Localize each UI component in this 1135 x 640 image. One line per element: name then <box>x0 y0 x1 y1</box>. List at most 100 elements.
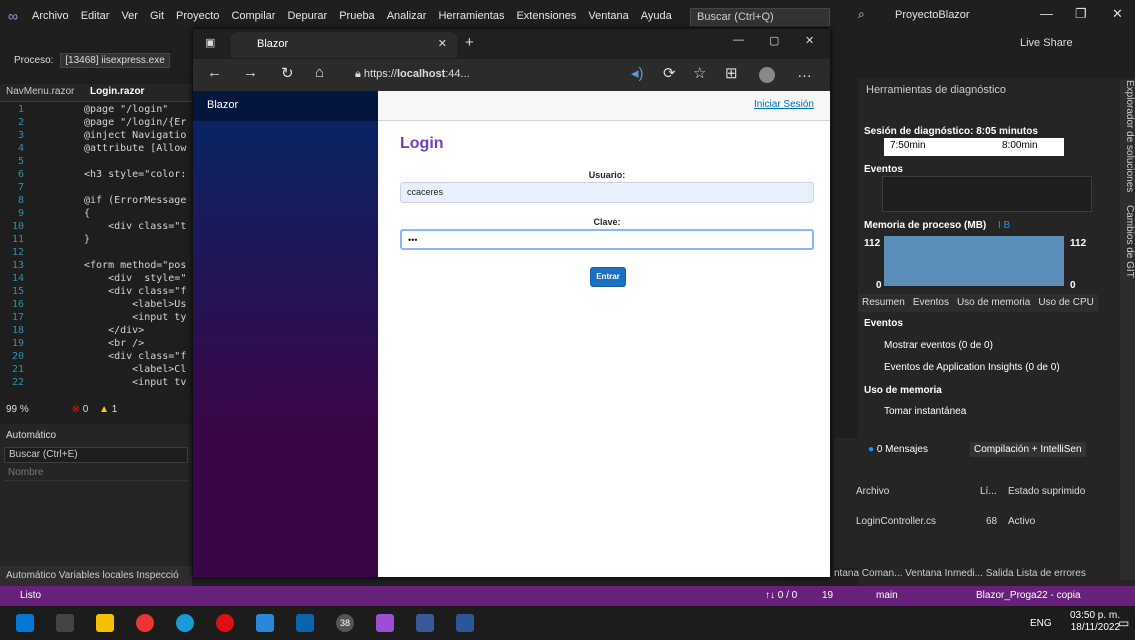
language-indicator[interactable]: ENG <box>1030 618 1052 629</box>
code-line[interactable]: @inject Navigatio <box>84 130 186 141</box>
code-editor[interactable]: 1 @page "/login" 2 @page "/login/{Er 3 @injec… <box>0 102 192 402</box>
forward-icon[interactable]: → <box>243 64 258 81</box>
code-line[interactable]: <div class="f <box>84 286 186 297</box>
browser-maximize-icon[interactable]: ▢ <box>769 34 779 47</box>
browser-close-icon[interactable]: ✕ <box>805 34 814 47</box>
err-file[interactable]: LoginController.cs <box>856 516 936 527</box>
code-line[interactable]: <div style=" <box>84 273 186 284</box>
code-line[interactable]: <div class="t <box>84 221 186 232</box>
autos-search-input[interactable]: Buscar (Ctrl+E) <box>4 447 188 463</box>
process-selector[interactable]: Proceso: [13468] iisexpress.exe <box>10 53 170 68</box>
refresh-icon[interactable]: ↻ <box>281 64 294 82</box>
col-estado[interactable]: Estado suprimido <box>1008 486 1085 497</box>
menu-editar[interactable]: Editar <box>75 10 116 22</box>
vscode-icon[interactable] <box>256 614 274 632</box>
browser-tab-blazor[interactable]: Blazor ✕ <box>231 32 457 58</box>
code-line[interactable]: </div> <box>84 325 144 336</box>
home-icon[interactable]: ⌂ <box>315 64 324 81</box>
iniciar-sesion-link[interactable]: Iniciar Sesión <box>754 99 814 110</box>
menu-git[interactable]: Git <box>144 10 170 22</box>
error-count[interactable]: 0 <box>83 404 89 415</box>
code-line[interactable]: @page "/login/{Er <box>84 117 186 128</box>
code-line[interactable]: <div class="f <box>84 351 186 362</box>
tab-login[interactable]: Login.razor <box>90 86 144 97</box>
app-brand[interactable]: Blazor <box>193 91 378 121</box>
tab-resumen[interactable]: Resumen <box>862 297 905 309</box>
tab-navmenu[interactable]: NavMenu.razor <box>6 86 74 97</box>
code-line[interactable]: @attribute [Allow <box>84 143 186 154</box>
code-line[interactable]: <h3 style="color: <box>84 169 186 180</box>
code-line[interactable]: <label>Us <box>84 299 186 310</box>
status-lines[interactable]: ↑↓ 0 / 0 <box>765 590 797 601</box>
code-line[interactable]: @if (ErrorMessage <box>84 195 186 206</box>
minimize-icon[interactable]: — <box>1040 6 1053 21</box>
usuario-input[interactable]: ccaceres <box>400 182 814 203</box>
events-track[interactable] <box>882 176 1092 212</box>
menu-ayuda[interactable]: Ayuda <box>635 10 678 22</box>
code-line[interactable]: @page "/login" <box>84 104 168 115</box>
entrar-button[interactable]: Entrar <box>590 267 626 287</box>
edge-icon[interactable] <box>176 614 194 632</box>
status-repo[interactable]: Blazor_Proga22 - copia <box>976 590 1081 601</box>
restore-icon[interactable]: ❐ <box>1075 6 1087 22</box>
status-edits[interactable]: 19 <box>822 590 833 601</box>
show-events-link[interactable]: Mostrar eventos (0 de 0) <box>884 340 993 351</box>
browser-minimize-icon[interactable]: — <box>733 34 744 46</box>
zoom-level[interactable]: 99 % <box>6 404 29 415</box>
code-line[interactable]: { <box>84 208 90 219</box>
clave-input[interactable]: ••• <box>400 229 814 250</box>
visual-studio-logo-icon[interactable]: ∞ <box>0 0 26 32</box>
tab-uso-memoria[interactable]: Uso de memoria <box>957 297 1030 309</box>
autos-tabs[interactable]: Automático Variables locales Inspecció <box>0 566 192 586</box>
diag-timeline[interactable]: 7:50min 8:00min <box>884 138 1064 156</box>
url-input[interactable]: 🔒︎ https://localhost:44... <box>343 63 613 87</box>
tab-eventos[interactable]: Eventos <box>913 297 949 309</box>
profile-icon[interactable] <box>759 67 775 83</box>
warning-count[interactable]: 1 <box>112 404 118 415</box>
menu-archivo[interactable]: Archivo <box>26 10 75 22</box>
extensions-icon[interactable]: ⟳ <box>663 64 676 82</box>
close-icon[interactable]: ✕ <box>1112 6 1123 22</box>
app-insights-link[interactable]: Eventos de Application Insights (0 de 0) <box>884 362 1060 373</box>
app-icon[interactable] <box>416 614 434 632</box>
memory-chart[interactable] <box>884 236 1064 286</box>
file-explorer-icon[interactable] <box>96 614 114 632</box>
windows-start-icon[interactable] <box>16 614 34 632</box>
code-line[interactable]: <label>Cl <box>84 364 186 375</box>
menu-compilar[interactable]: Compilar <box>225 10 281 22</box>
back-icon[interactable]: ← <box>207 64 222 81</box>
task-view-icon[interactable] <box>56 614 74 632</box>
clock[interactable]: 03:50 p. m. 18/11/2022 <box>1070 610 1120 634</box>
git-changes-tab[interactable]: Cambios de GIT <box>1124 205 1135 278</box>
chrome-icon[interactable] <box>136 614 154 632</box>
tab-actions-icon[interactable]: ▣ <box>205 36 215 49</box>
menu-ventana[interactable]: Ventana <box>582 10 634 22</box>
code-line[interactable]: <input tv <box>84 377 186 388</box>
menu-ver[interactable]: Ver <box>115 10 144 22</box>
bottom-tool-tabs[interactable]: ntana Coman... Ventana Inmedi... Salida … <box>834 568 1134 579</box>
visual-studio-icon[interactable] <box>376 614 394 632</box>
search-icon[interactable]: ⌕ <box>858 7 865 22</box>
whatsapp-icon[interactable]: 38 <box>336 614 354 632</box>
code-line[interactable]: <input ty <box>84 312 186 323</box>
read-aloud-icon[interactable]: ◂) <box>631 64 644 82</box>
messages-filter[interactable]: ● 0 Mensajes <box>868 444 928 455</box>
solution-explorer-tab[interactable]: Explorador de soluciones <box>1124 80 1135 192</box>
process-value[interactable]: [13468] iisexpress.exe <box>60 53 170 68</box>
col-linea[interactable]: Lí... <box>980 486 997 497</box>
menu-depurar[interactable]: Depurar <box>281 10 333 22</box>
new-tab-icon[interactable]: + <box>465 34 474 51</box>
status-branch[interactable]: main <box>876 590 898 601</box>
menu-prueba[interactable]: Prueba <box>333 10 380 22</box>
collections-icon[interactable]: ⊞ <box>725 64 738 82</box>
more-icon[interactable]: … <box>797 64 812 81</box>
word-icon[interactable] <box>456 614 474 632</box>
code-line[interactable]: <form method="pos <box>84 260 186 271</box>
menu-proyecto[interactable]: Proyecto <box>170 10 225 22</box>
menu-herramientas[interactable]: Herramientas <box>432 10 510 22</box>
col-archivo[interactable]: Archivo <box>856 486 889 497</box>
code-line[interactable]: } <box>84 234 90 245</box>
live-share-button[interactable]: Live Share <box>1020 37 1073 49</box>
take-snapshot-button[interactable]: Tomar instantánea <box>884 406 966 417</box>
tab-uso-cpu[interactable]: Uso de CPU <box>1038 297 1094 309</box>
